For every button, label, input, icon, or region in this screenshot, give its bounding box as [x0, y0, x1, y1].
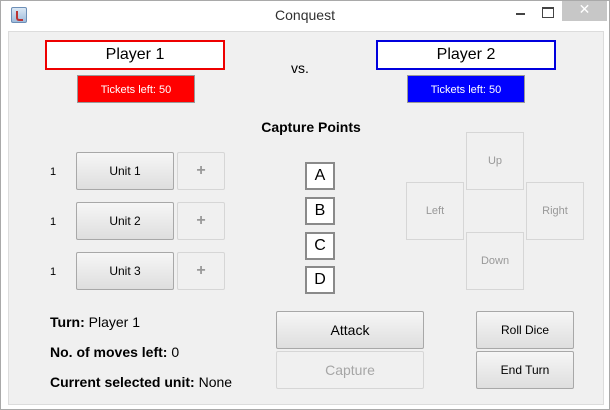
capture-point-c[interactable]: C	[305, 232, 335, 260]
app-window: Conquest ✕ Player 1 Tickets left: 50 vs.…	[0, 0, 610, 410]
end-turn-button[interactable]: End Turn	[476, 351, 574, 389]
attack-button[interactable]: Attack	[276, 311, 424, 349]
versus-label: vs.	[291, 60, 309, 76]
capture-button[interactable]: Capture	[276, 351, 424, 389]
unit1-count: 1	[50, 166, 57, 178]
unit1-button[interactable]: Unit 1	[76, 152, 174, 190]
moves-label: No. of moves left:	[50, 344, 168, 360]
unit2-button[interactable]: Unit 2	[76, 202, 174, 240]
close-button[interactable]: ✕	[562, 1, 607, 21]
player1-name-box: Player 1	[45, 40, 225, 70]
capture-point-d[interactable]: D	[305, 266, 335, 294]
unit3-add-button[interactable]: +	[177, 252, 225, 290]
move-down-button[interactable]: Down	[466, 232, 524, 290]
turn-label: Turn:	[50, 314, 85, 330]
game-panel: Player 1 Tickets left: 50 vs. Player 2 T…	[8, 31, 604, 405]
selected-unit-value: None	[198, 374, 233, 390]
turn-value: Player 1	[88, 314, 140, 330]
player2-tickets: Tickets left: 50	[407, 75, 525, 103]
player1-tickets: Tickets left: 50	[77, 75, 195, 103]
close-icon: ✕	[578, 2, 591, 18]
player2-name-box: Player 2	[376, 40, 556, 70]
capture-point-a[interactable]: A	[305, 162, 335, 190]
unit2-add-button[interactable]: +	[177, 202, 225, 240]
unit1-add-button[interactable]: +	[177, 152, 225, 190]
maximize-button[interactable]	[535, 1, 561, 21]
selected-unit-label: Current selected unit:	[50, 374, 195, 390]
title-bar[interactable]: Conquest ✕	[1, 1, 609, 31]
roll-dice-button[interactable]: Roll Dice	[476, 311, 574, 349]
move-right-button[interactable]: Right	[526, 182, 584, 240]
unit2-count: 1	[50, 216, 57, 228]
selected-unit-status: Current selected unit: None	[50, 374, 232, 390]
minimize-button[interactable]	[507, 1, 533, 21]
capture-point-b[interactable]: B	[305, 197, 335, 225]
unit3-button[interactable]: Unit 3	[76, 252, 174, 290]
unit3-count: 1	[50, 266, 57, 278]
move-up-button[interactable]: Up	[466, 132, 524, 190]
turn-status: Turn: Player 1	[50, 314, 140, 330]
moves-value: 0	[171, 344, 180, 360]
moves-status: No. of moves left: 0	[50, 344, 179, 360]
move-left-button[interactable]: Left	[406, 182, 464, 240]
